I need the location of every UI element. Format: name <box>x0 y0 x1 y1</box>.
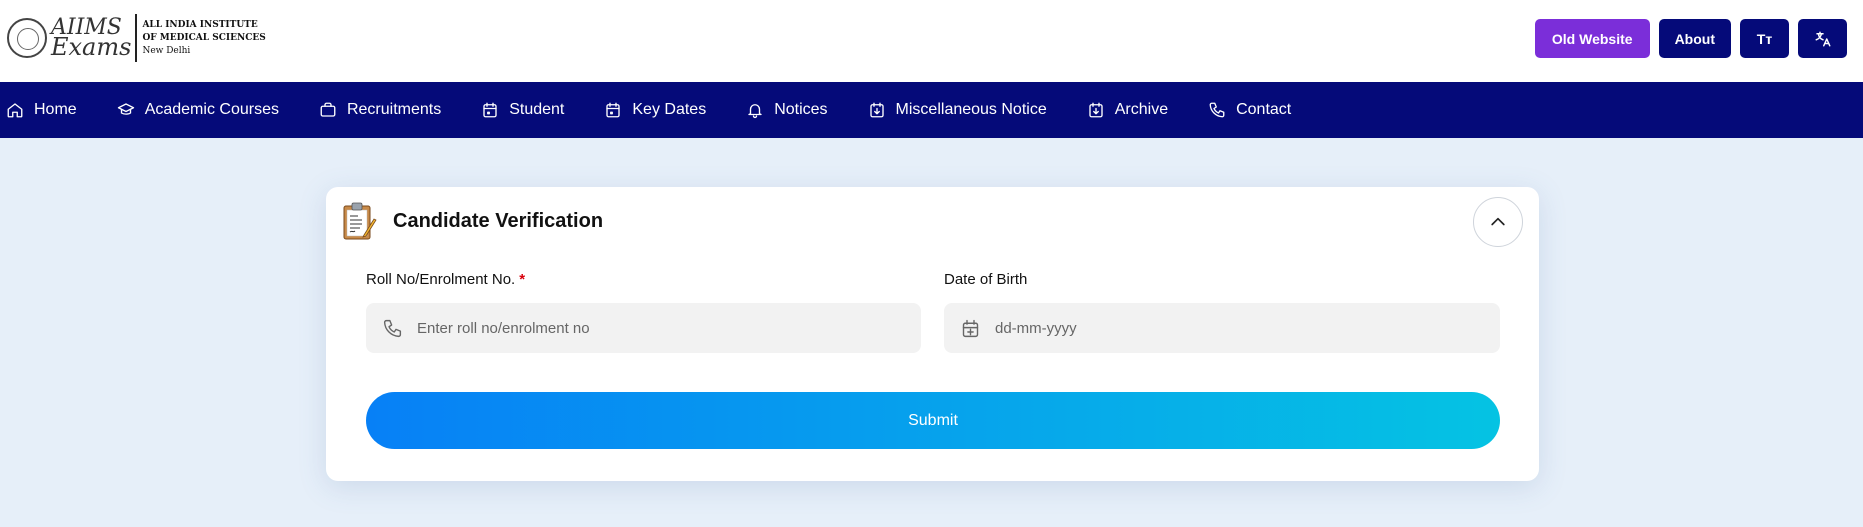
nav-item-contact[interactable]: Contact <box>1208 101 1291 119</box>
roll-number-label: Roll No/Enrolment No. * <box>366 271 921 291</box>
nav-item-student[interactable]: Student <box>481 101 564 119</box>
roll-number-label-text: Roll No/Enrolment No. <box>366 271 516 288</box>
nav-label-contact: Contact <box>1236 101 1292 118</box>
roll-number-input-box[interactable] <box>366 303 921 353</box>
card-header: Candidate Verification <box>342 201 603 241</box>
nav-item-miscellaneous-notice[interactable]: Miscellaneous Notice <box>868 101 1047 119</box>
institute-line2: OF MEDICAL SCIENCES <box>142 32 266 43</box>
dob-input-box[interactable] <box>944 303 1500 353</box>
nav-item-archive[interactable]: Archive <box>1087 101 1168 119</box>
calendar-plus-icon <box>962 319 979 337</box>
logo-script-line2: Exams <box>51 33 132 61</box>
nav-label-archive: Archive <box>1114 101 1169 118</box>
nav-label-key-dates: Key Dates <box>632 101 707 118</box>
main-content: Candidate Verification Roll No/Enrolment… <box>0 138 1863 527</box>
dob-label: Date of Birth <box>944 271 1028 288</box>
main-nav: Home Academic Courses Recruitments Stude… <box>0 82 1863 138</box>
calendar-icon <box>483 102 497 118</box>
nav-label-notices: Notices <box>774 101 828 118</box>
nav-item-home[interactable]: Home <box>6 101 77 119</box>
header-actions: Old Website About Tт <box>1534 19 1847 58</box>
briefcase-icon <box>320 102 336 117</box>
collapse-button[interactable] <box>1473 197 1523 247</box>
graduation-cap-icon <box>117 103 134 115</box>
nav-item-key-dates[interactable]: Key Dates <box>604 101 706 119</box>
logo-divider <box>135 14 138 62</box>
phone-icon <box>1209 102 1225 118</box>
logo-script-text: AIIMS Exams <box>51 17 132 61</box>
text-size-button[interactable]: Tт <box>1740 19 1789 58</box>
translate-icon <box>1815 31 1830 46</box>
phone-icon <box>383 319 402 337</box>
bell-icon <box>748 104 762 119</box>
institute-line1: ALL INDIA INSTITUTE <box>142 19 258 30</box>
roll-number-input[interactable] <box>417 319 903 337</box>
institute-line3: New Delhi <box>142 45 191 56</box>
nav-label-miscellaneous-notice: Miscellaneous Notice <box>895 101 1047 118</box>
required-mark: * <box>519 271 526 288</box>
old-website-button[interactable]: Old Website <box>1534 19 1650 58</box>
text-size-icon: Tт <box>1756 30 1773 47</box>
chevron-up-icon <box>1491 217 1505 226</box>
submit-button[interactable]: Submit <box>366 392 1500 449</box>
calendar-icon <box>606 102 621 118</box>
institute-name: ALL INDIA INSTITUTE OF MEDICAL SCIENCES … <box>142 19 265 58</box>
roll-number-field: Roll No/Enrolment No. * <box>366 271 921 353</box>
home-icon <box>7 103 23 118</box>
top-header: AIIMS Exams ALL INDIA INSTITUTE OF MEDIC… <box>0 0 1863 82</box>
nav-label-home: Home <box>34 101 77 118</box>
about-button[interactable]: About <box>1658 19 1731 58</box>
nav-label-recruitments: Recruitments <box>346 101 442 118</box>
translate-button[interactable] <box>1798 19 1847 58</box>
aiims-exams-logo[interactable]: AIIMS Exams ALL INDIA INSTITUTE OF MEDIC… <box>7 14 266 62</box>
card-title: Candidate Verification <box>393 209 604 232</box>
calendar-download-icon <box>1089 102 1103 118</box>
nav-item-notices[interactable]: Notices <box>746 101 828 119</box>
aiims-seal-icon <box>7 18 47 58</box>
nav-item-academic-courses[interactable]: Academic Courses <box>117 101 279 119</box>
clipboard-icon <box>343 202 377 240</box>
nav-item-recruitments[interactable]: Recruitments <box>319 101 441 119</box>
dob-field: Date of Birth <box>944 271 1500 353</box>
nav-label-academic-courses: Academic Courses <box>144 101 279 118</box>
dob-input[interactable] <box>995 319 1481 337</box>
nav-label-student: Student <box>509 101 565 118</box>
candidate-verification-card: Candidate Verification Roll No/Enrolment… <box>326 187 1539 481</box>
calendar-download-icon <box>869 102 884 118</box>
